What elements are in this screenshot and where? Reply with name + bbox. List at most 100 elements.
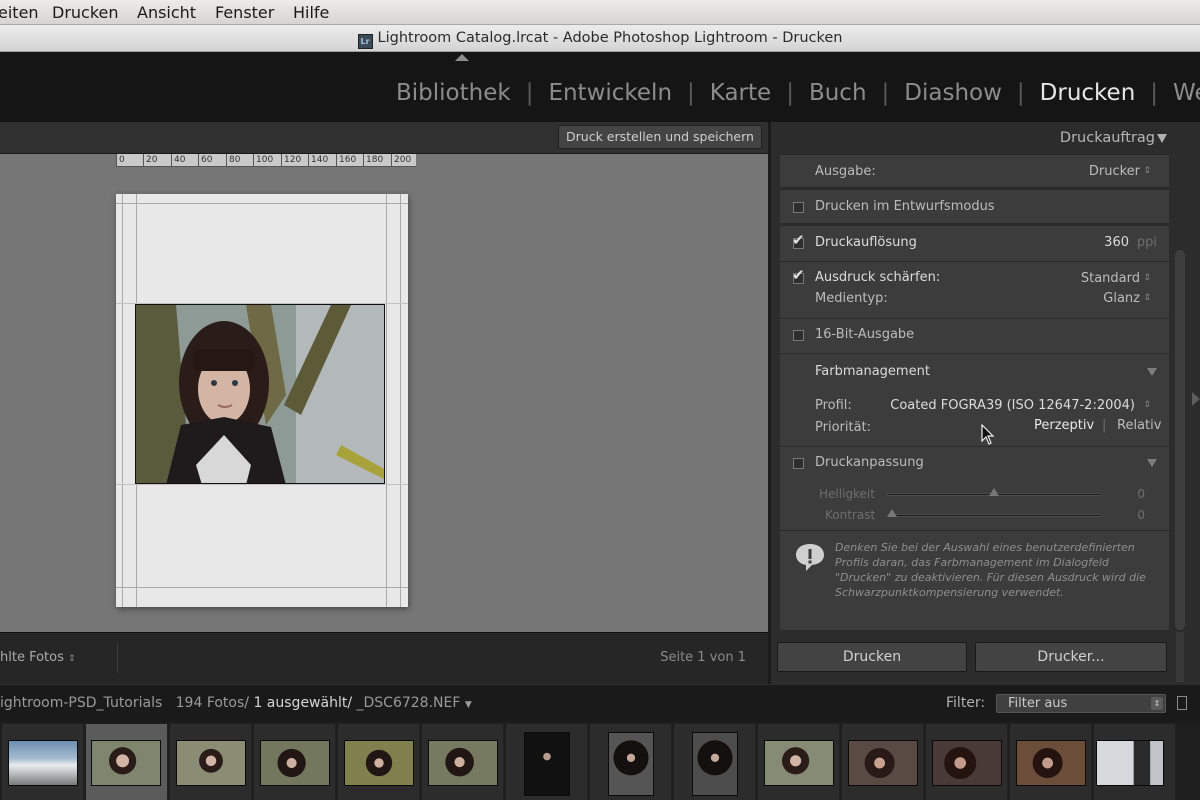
- filmstrip-thumbnail[interactable]: [848, 740, 918, 786]
- filmstrip-thumbnail[interactable]: [8, 740, 78, 786]
- margin-guide: [400, 194, 401, 607]
- output-row: Ausgabe: Drucker ⇕: [780, 154, 1169, 188]
- filmstrip-source-path[interactable]: ightroom-PSD_Tutorials 194 Fotos/ 1 ausg…: [0, 695, 472, 711]
- module-web[interactable]: Web: [1173, 80, 1200, 106]
- print-adjustment-checkbox[interactable]: [793, 458, 804, 469]
- filmstrip-cell[interactable]: [1094, 724, 1176, 800]
- collapse-top-panel-icon[interactable]: [455, 54, 469, 61]
- print-job-panel-title[interactable]: Druckauftrag: [1060, 130, 1155, 146]
- 16bit-checkbox[interactable]: [793, 330, 804, 341]
- filmstrip-cell[interactable]: [926, 724, 1008, 800]
- module-diashow[interactable]: Diashow: [904, 80, 1002, 106]
- filmstrip-cell[interactable]: [590, 724, 672, 800]
- margin-guide: [116, 203, 408, 204]
- profile-select[interactable]: Coated FOGRA39 (ISO 12647-2:2004): [890, 398, 1135, 413]
- menu-item-drucken[interactable]: Drucken: [52, 3, 119, 22]
- filmstrip-cell[interactable]: [758, 724, 840, 800]
- filter-value: Filter aus: [1008, 696, 1068, 711]
- selected-count: 1 ausgewählt/: [253, 695, 353, 711]
- color-management-header[interactable]: Farbmanagement: [815, 364, 930, 379]
- filmstrip-thumbnail[interactable]: [344, 740, 414, 786]
- filmstrip-cell-selected[interactable]: [86, 724, 168, 800]
- filmstrip-thumbnail[interactable]: [260, 740, 330, 786]
- filmstrip-thumbnail[interactable]: [176, 740, 246, 786]
- filmstrip-thumbnail[interactable]: [524, 732, 570, 796]
- module-separator: |: [881, 80, 890, 106]
- media-type-label: Medientyp:: [815, 291, 888, 306]
- filmstrip-cell[interactable]: [170, 724, 252, 800]
- sharpen-label: Ausdruck schärfen:: [815, 270, 941, 285]
- menu-item-hilfe[interactable]: Hilfe: [293, 3, 329, 22]
- filmstrip-thumbnail[interactable]: [91, 740, 161, 786]
- contrast-slider-knob[interactable]: [887, 509, 897, 517]
- filter-lock-icon[interactable]: [1177, 696, 1187, 710]
- sharpen-select[interactable]: Standard: [1081, 271, 1140, 286]
- cell-guide: [116, 484, 408, 485]
- contrast-slider[interactable]: [886, 514, 1103, 517]
- margin-guide: [116, 587, 408, 588]
- module-drucken[interactable]: Drucken: [1040, 80, 1136, 106]
- media-type-select[interactable]: Glanz: [1103, 291, 1140, 306]
- filmstrip-thumbnail[interactable]: [1016, 740, 1086, 786]
- filter-label: Filter:: [946, 695, 986, 711]
- filmstrip-cell[interactable]: [674, 724, 756, 800]
- filmstrip-cell[interactable]: [506, 724, 588, 800]
- mouse-cursor-icon: [981, 424, 995, 445]
- filmstrip-cell[interactable]: [254, 724, 336, 800]
- rendering-intent-label: Priorität:: [815, 420, 872, 435]
- menu-item-fenster[interactable]: Fenster: [215, 3, 274, 22]
- filmstrip-cell[interactable]: [842, 724, 924, 800]
- module-bibliothek[interactable]: Bibliothek: [396, 80, 511, 106]
- filmstrip-thumbnail[interactable]: [428, 740, 498, 786]
- filter-select[interactable]: Filter aus ⇕: [996, 694, 1166, 713]
- intent-perceptual-option[interactable]: Perzeptiv: [1034, 418, 1094, 433]
- filmstrip-cell[interactable]: [2, 724, 84, 800]
- module-buch[interactable]: Buch: [809, 80, 867, 106]
- menu-item-bearbeiten[interactable]: eiten: [0, 3, 39, 22]
- print-button[interactable]: Drucken: [777, 642, 967, 672]
- menu-item-ansicht[interactable]: Ansicht: [137, 3, 196, 22]
- intent-separator: |: [1102, 418, 1107, 433]
- resolution-label: Druckauflösung: [815, 235, 917, 250]
- photo-count: 194 Fotos/: [175, 695, 249, 711]
- filmstrip-thumbnail[interactable]: [608, 732, 654, 796]
- create-saved-print-button[interactable]: Druck erstellen und speichern: [558, 125, 762, 149]
- color-management-note: Denken Sie bei der Auswahl eines benutze…: [835, 541, 1146, 599]
- filmstrip-cell[interactable]: [338, 724, 420, 800]
- ruler-tick: 20: [143, 154, 157, 166]
- section-collapse-icon[interactable]: [1147, 368, 1157, 376]
- use-selected-photos-menu[interactable]: hlte Fotos ⇕: [0, 650, 76, 665]
- section-collapse-icon[interactable]: [1147, 459, 1157, 467]
- ruler-tick: 60: [198, 154, 212, 166]
- window-title-bar: Lr Lightroom Catalog.lrcat - Adobe Photos…: [0, 25, 1200, 52]
- print-photo[interactable]: [135, 304, 385, 484]
- right-panel-scrollbar[interactable]: [1175, 250, 1185, 630]
- use-photos-label: hlte Fotos: [0, 650, 64, 665]
- filmstrip-cell[interactable]: [1010, 724, 1092, 800]
- output-select[interactable]: Drucker: [1089, 164, 1140, 179]
- intent-relative-option[interactable]: Relativ: [1117, 418, 1161, 433]
- brightness-slider-knob[interactable]: [989, 488, 999, 496]
- right-panel-scrollbar-track: [1176, 632, 1184, 682]
- printer-button[interactable]: Drucker...: [975, 642, 1167, 672]
- filmstrip-thumbnail[interactable]: [1096, 740, 1164, 786]
- ruler-tick: 80: [226, 154, 240, 166]
- contrast-label: Kontrast: [825, 508, 876, 522]
- filmstrip-cell[interactable]: [422, 724, 504, 800]
- panel-collapse-icon[interactable]: [1157, 134, 1167, 143]
- module-karte[interactable]: Karte: [710, 80, 771, 106]
- resolution-value[interactable]: 360: [1104, 235, 1129, 250]
- print-preview-area: Druck erstellen und speichern 0 20 40 60…: [0, 122, 768, 632]
- divider: [780, 261, 1169, 262]
- draft-mode-checkbox[interactable]: [793, 202, 804, 213]
- margin-guide: [386, 194, 387, 607]
- filmstrip-thumbnail[interactable]: [932, 740, 1002, 786]
- source-folder: ightroom-PSD_Tutorials: [0, 695, 163, 711]
- filmstrip-thumbnail[interactable]: [764, 740, 834, 786]
- collapse-right-panel-icon[interactable]: [1192, 392, 1200, 406]
- module-separator: |: [687, 80, 695, 106]
- popup-arrows-icon: ⇕: [1143, 166, 1151, 176]
- filmstrip-thumbnail[interactable]: [692, 732, 738, 796]
- module-entwickeln[interactable]: Entwickeln: [548, 80, 672, 106]
- ruler-tick: 120: [281, 154, 301, 166]
